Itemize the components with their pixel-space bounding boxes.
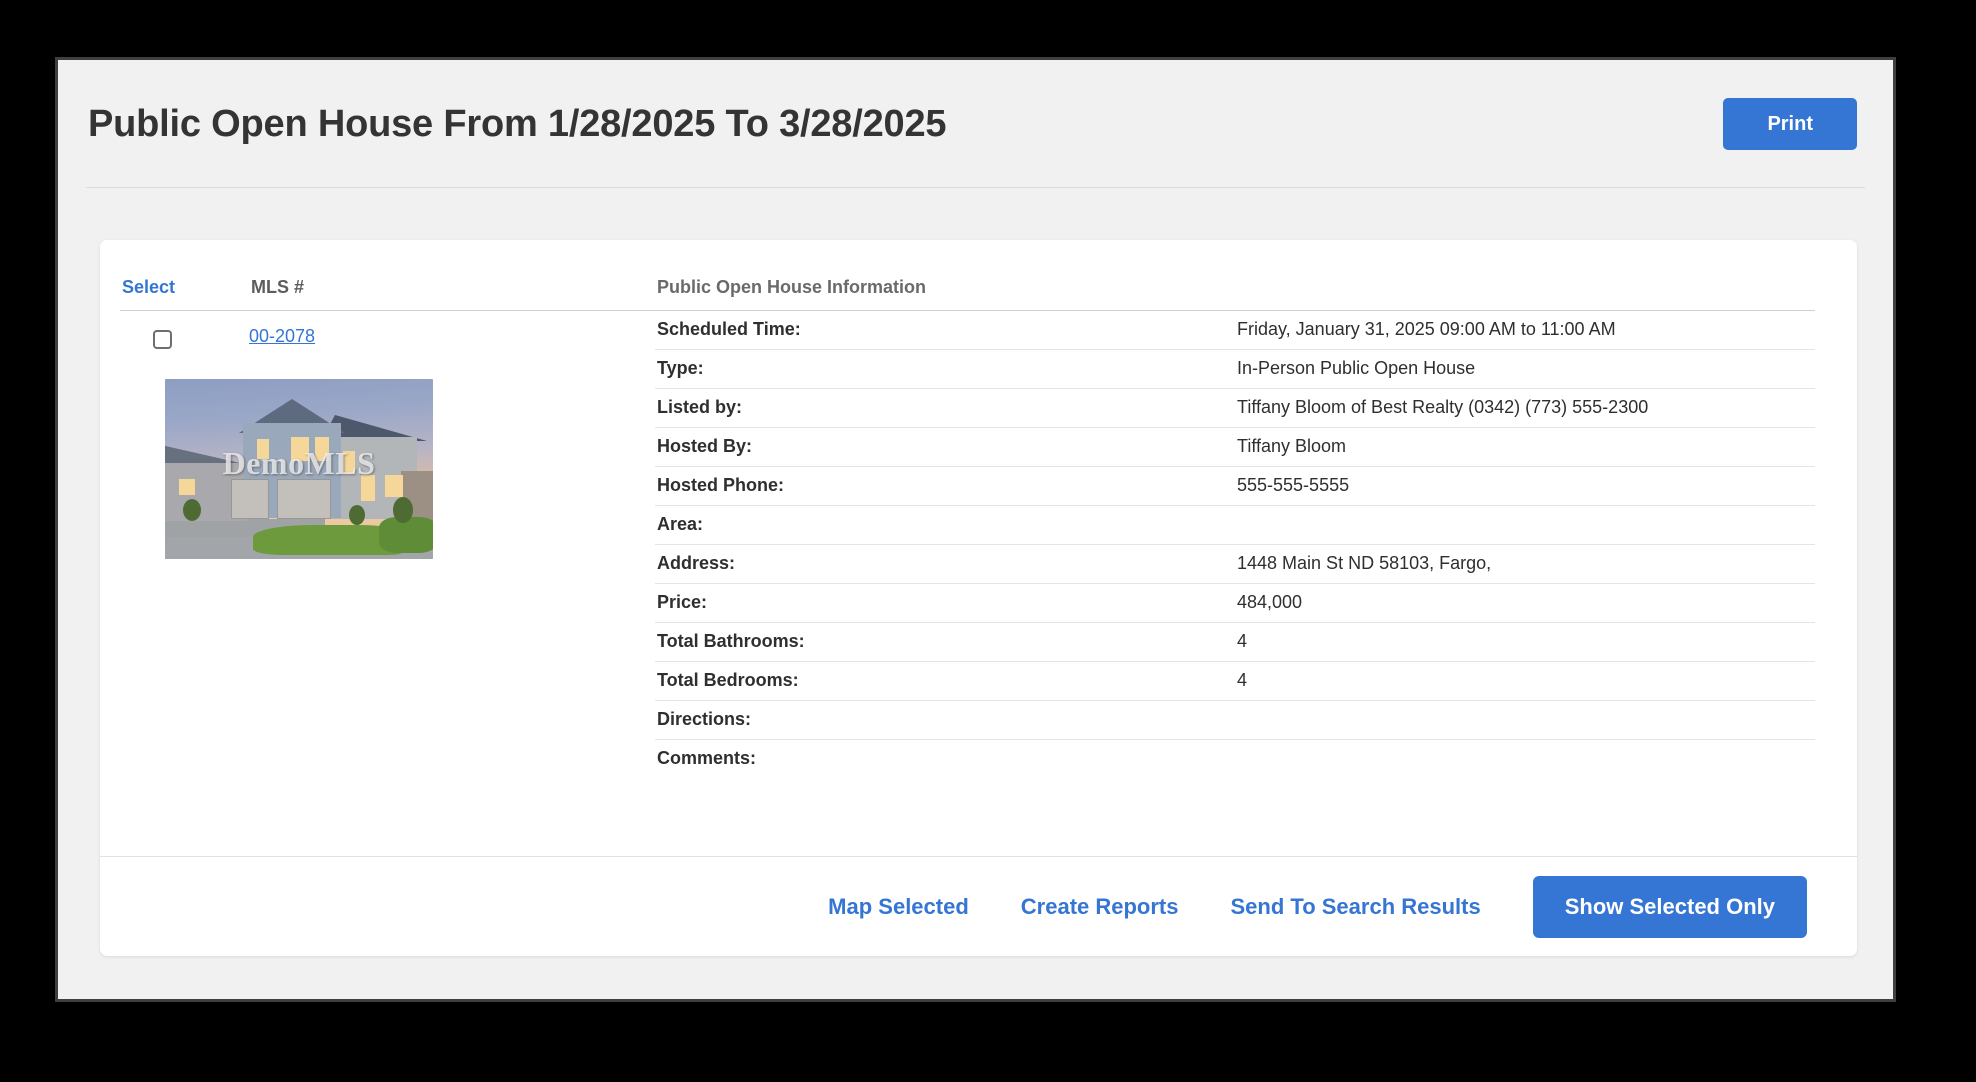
show-selected-only-button[interactable]: Show Selected Only — [1532, 875, 1807, 938]
info-row: Hosted By: Tiffany Bloom — [655, 427, 1815, 467]
info-row: Type: In-Person Public Open House — [655, 349, 1815, 389]
info-table-head: Public Open House Information — [655, 277, 1815, 311]
header-divider — [86, 187, 1865, 188]
info-row-label: Comments: — [657, 748, 757, 768]
info-row-value: Friday, January 31, 2025 09:00 AM to 11:… — [1235, 310, 1815, 350]
select-column-header[interactable]: Select — [120, 277, 206, 298]
info-row-label: Total Bedrooms: — [655, 661, 1235, 701]
page-title: Public Open House From 1/28/2025 To 3/28… — [88, 102, 947, 145]
info-table-body: Scheduled Time: Friday, January 31, 2025 … — [655, 310, 1815, 779]
info-row-label: Address: — [655, 544, 1235, 584]
open-house-info-table: Public Open House Information Scheduled … — [655, 277, 1815, 778]
mls-cell: 00-2078 — [204, 326, 315, 349]
info-column-header: Public Open House Information — [655, 277, 1815, 311]
info-row: Scheduled Time: Friday, January 31, 2025 … — [655, 310, 1815, 350]
info-row-label: Listed by: — [655, 388, 1235, 428]
photo-garage-door — [231, 479, 269, 519]
row-select-checkbox[interactable] — [152, 330, 172, 349]
info-row-label: Total Bathrooms: — [655, 622, 1235, 662]
info-row: Price: 484,000 — [655, 583, 1815, 623]
listing-row-left: 00-2078 — [120, 311, 655, 349]
info-row-value — [1235, 505, 1815, 545]
modal-header: Public Open House From 1/28/2025 To 3/28… — [58, 60, 1893, 188]
results-card: Select MLS # 00-2078 DemoMLS Public Open… — [100, 240, 1857, 956]
listing-left-pane: Select MLS # 00-2078 DemoMLS — [100, 240, 655, 778]
photo-shrub — [183, 499, 201, 521]
info-row-value: 484,000 — [1235, 583, 1815, 623]
photo-shrub — [393, 497, 413, 523]
card-body: Select MLS # 00-2078 DemoMLS Public Open… — [100, 240, 1857, 855]
info-row: Listed by: Tiffany Bloom of Best Realty (… — [655, 388, 1815, 428]
photo-garage-door — [277, 479, 331, 519]
info-row-value — [1235, 740, 1815, 779]
info-row-value — [1235, 700, 1815, 740]
info-row-label: Price: — [655, 583, 1235, 623]
info-row-label: Scheduled Time: — [655, 310, 1235, 350]
mls-column-header: MLS # — [251, 277, 305, 297]
map-selected-link[interactable]: Map Selected — [828, 894, 969, 920]
listing-row: Select MLS # 00-2078 DemoMLS Public Open… — [100, 240, 1857, 778]
info-row-label: Area: — [655, 505, 1235, 545]
info-row-label: Hosted Phone: — [655, 466, 1235, 506]
print-button[interactable]: Print — [1723, 98, 1857, 150]
info-row-value: Tiffany Bloom — [1235, 427, 1815, 467]
create-reports-link[interactable]: Create Reports — [1021, 894, 1179, 920]
info-row: Address: 1448 Main St ND 58103, Fargo, — [655, 544, 1815, 584]
info-table-header-row: Public Open House Information — [655, 277, 1815, 311]
info-row-value: In-Person Public Open House — [1235, 349, 1815, 389]
info-row: Hosted Phone: 555-555-5555 — [655, 466, 1815, 506]
photo-watermark: DemoMLS — [222, 445, 376, 481]
mls-number-link[interactable]: 00-2078 — [249, 326, 315, 347]
info-row: Comments: — [655, 740, 1815, 779]
info-row-value: 4 — [1235, 661, 1815, 701]
photo-shrub — [349, 505, 365, 525]
select-cell — [120, 326, 204, 349]
info-row: Directions: — [655, 700, 1815, 740]
info-row-label: Type: — [655, 349, 1235, 389]
open-house-modal: Public Open House From 1/28/2025 To 3/28… — [55, 57, 1896, 1002]
info-row-value: 1448 Main St ND 58103, Fargo, — [1235, 544, 1815, 584]
info-row-value: 555-555-5555 — [1235, 466, 1815, 506]
info-row: Total Bedrooms: 4 — [655, 661, 1815, 701]
listing-right-pane: Public Open House Information Scheduled … — [655, 240, 1857, 778]
info-row-label: Hosted By: — [655, 427, 1235, 467]
info-row-value: 4 — [1235, 622, 1815, 662]
property-photo[interactable]: DemoMLS — [165, 379, 433, 559]
info-row: Total Bathrooms: 4 — [655, 622, 1815, 662]
card-footer: Map Selected Create Reports Send To Sear… — [100, 856, 1857, 956]
listing-column-headers: Select MLS # — [120, 240, 655, 311]
info-row-label: Directions: — [655, 700, 1235, 740]
info-row: Area: — [655, 505, 1815, 545]
info-row-value: Tiffany Bloom of Best Realty (0342) (773… — [1235, 388, 1815, 428]
send-to-search-results-link[interactable]: Send To Search Results — [1231, 894, 1481, 920]
